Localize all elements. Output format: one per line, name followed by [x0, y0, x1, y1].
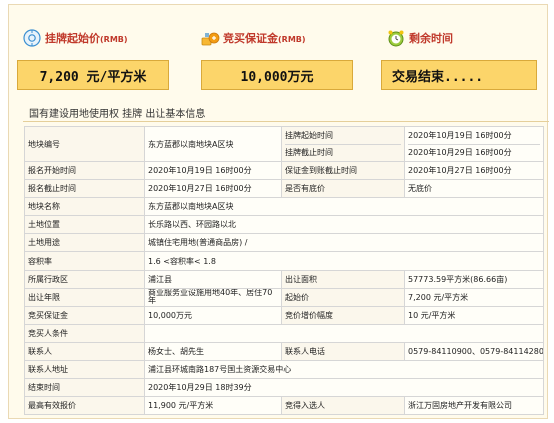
table-row: 竞买人条件 [24, 323, 544, 343]
table-row: 地块编号 东方蓝郡以南地块A区块 挂牌起始时间 挂牌截止时间 2020年10月1… [24, 126, 544, 162]
listing-panel: 挂牌起始价(RMB) 竞买保证金(RMB) 剩余时间 7,200 元/平方米 1… [8, 4, 549, 419]
field-value: 东方蓝郡以南地块A区块 [144, 197, 544, 217]
field-value: 浙江万固房地产开发有限公司 [404, 396, 544, 416]
field-label-line: 挂牌起始时间 [285, 128, 401, 145]
field-value: 长乐路以西、环园路以北 [144, 215, 544, 235]
start-price-header: 挂牌起始价(RMB) [23, 29, 128, 47]
field-label: 土地位置 [24, 215, 145, 235]
field-value: 1.6 <容积率< 1.8 [144, 251, 544, 271]
field-label: 挂牌起始时间 挂牌截止时间 [281, 126, 405, 162]
field-label: 联系人 [24, 341, 145, 362]
table-row: 联系人 杨女士、胡先生 联系人电话 0579-84110900、0579-841… [24, 341, 544, 362]
field-value [144, 323, 544, 343]
deposit-title: 竞买保证金 [223, 32, 278, 45]
field-label-line: 挂牌截止时间 [285, 148, 333, 157]
table-row: 容积率 1.6 <容积率< 1.8 [24, 251, 544, 271]
field-label: 出让年限 [24, 287, 145, 307]
money-bag-icon [201, 29, 220, 47]
field-label: 竞买保证金 [24, 305, 145, 325]
field-label: 所属行政区 [24, 269, 145, 289]
field-label: 起始价 [281, 287, 405, 307]
table-row: 报名开始时间 2020年10月19日 16时00分 保证金到账截止时间 2020… [24, 160, 544, 181]
field-value: 0579-84110900、0579-84114280 [404, 341, 544, 362]
table-row: 最高有效报价 11,900 元/平方米 竞得入选人 浙江万固房地产开发有限公司 [24, 396, 544, 416]
field-label: 联系人地址 [24, 360, 145, 380]
field-value: 无底价 [404, 179, 544, 199]
table-row: 所属行政区 浦江县 出让面积 57773.59平方米(86.66亩) [24, 269, 544, 289]
field-label: 联系人电话 [281, 341, 405, 362]
field-value: 7,200 元/平方米 [404, 287, 544, 307]
field-value: 2020年10月19日 16时00分 2020年10月29日 16时00分 [404, 126, 544, 162]
field-value: 商业服务业设施用地40年、居住70 年 [144, 287, 282, 307]
info-table: 地块编号 东方蓝郡以南地块A区块 挂牌起始时间 挂牌截止时间 2020年10月1… [24, 126, 544, 416]
field-label: 竞得入选人 [281, 396, 405, 416]
field-value: 2020年10月29日 18时39分 [144, 378, 544, 398]
field-label: 结束时间 [24, 378, 145, 398]
field-value: 10,000万元 [144, 305, 282, 325]
field-value: 浦江县 [144, 269, 282, 289]
deposit-unit: (RMB) [278, 35, 306, 44]
field-label: 报名开始时间 [24, 160, 145, 181]
table-row: 竞买保证金 10,000万元 竞价增价幅度 10 元/平方米 [24, 305, 544, 325]
field-value: 浦江县环城南路187号国土资源交易中心 [144, 360, 544, 380]
field-label: 竞买人条件 [24, 323, 145, 343]
field-label: 是否有底价 [281, 179, 405, 199]
start-price-title: 挂牌起始价 [45, 32, 100, 45]
section-divider [23, 121, 549, 122]
field-label: 报名截止时间 [24, 179, 145, 199]
field-value: 杨女士、胡先生 [144, 341, 282, 362]
field-label: 容积率 [24, 251, 145, 271]
deposit-label: 竞买保证金(RMB) [223, 30, 306, 46]
table-row: 地块名称 东方蓝郡以南地块A区块 [24, 197, 544, 217]
field-value: 11,900 元/平方米 [144, 396, 282, 416]
winner-name: 浙江万固房地产开发有限公司 [408, 401, 512, 411]
field-value-line: 2020年10月29日 16时00分 [408, 148, 512, 157]
remaining-header: 剩余时间 [387, 29, 453, 47]
deposit-header: 竞买保证金(RMB) [201, 29, 306, 47]
field-value: 57773.59平方米(86.66亩) [404, 269, 544, 289]
field-label: 地块编号 [24, 126, 145, 162]
field-value: 东方蓝郡以南地块A区块 [144, 126, 282, 162]
start-price-unit: (RMB) [100, 35, 128, 44]
field-label: 竞价增价幅度 [281, 305, 405, 325]
field-value-line: 2020年10月19日 16时00分 [408, 128, 540, 145]
field-value: 2020年10月19日 16时00分 [144, 160, 282, 181]
start-price-label: 挂牌起始价(RMB) [45, 30, 128, 46]
table-row: 联系人地址 浦江县环城南路187号国土资源交易中心 [24, 360, 544, 380]
field-value: 2020年10月27日 16时00分 [144, 179, 282, 199]
field-label: 保证金到账截止时间 [281, 160, 405, 181]
remaining-value: 交易结束..... [381, 60, 537, 90]
field-value-line: 商业服务业设施用地40年、居住70 [148, 288, 273, 297]
table-row: 出让年限 商业服务业设施用地40年、居住70 年 起始价 7,200 元/平方米 [24, 287, 544, 307]
field-label: 出让面积 [281, 269, 405, 289]
table-row: 结束时间 2020年10月29日 18时39分 [24, 378, 544, 398]
field-value: 2020年10月27日 16时00分 [404, 160, 544, 181]
field-value-line: 年 [148, 296, 156, 306]
price-tag-icon [23, 29, 41, 47]
section-title: 国有建设用地使用权 挂牌 出让基本信息 [29, 109, 206, 120]
deposit-value: 10,000万元 [201, 60, 353, 90]
field-label: 土地用途 [24, 233, 145, 253]
field-label: 最高有效报价 [24, 396, 145, 416]
remaining-label: 剩余时间 [409, 32, 453, 45]
alarm-clock-icon [387, 29, 405, 47]
table-row: 土地位置 长乐路以西、环园路以北 [24, 215, 544, 235]
field-value: 城镇住宅用地(普通商品房) / [144, 233, 544, 253]
start-price-value: 7,200 元/平方米 [17, 60, 169, 90]
field-label: 地块名称 [24, 197, 145, 217]
table-row: 土地用途 城镇住宅用地(普通商品房) / [24, 233, 544, 253]
field-value: 10 元/平方米 [404, 305, 544, 325]
table-row: 报名截止时间 2020年10月27日 16时00分 是否有底价 无底价 [24, 179, 544, 199]
